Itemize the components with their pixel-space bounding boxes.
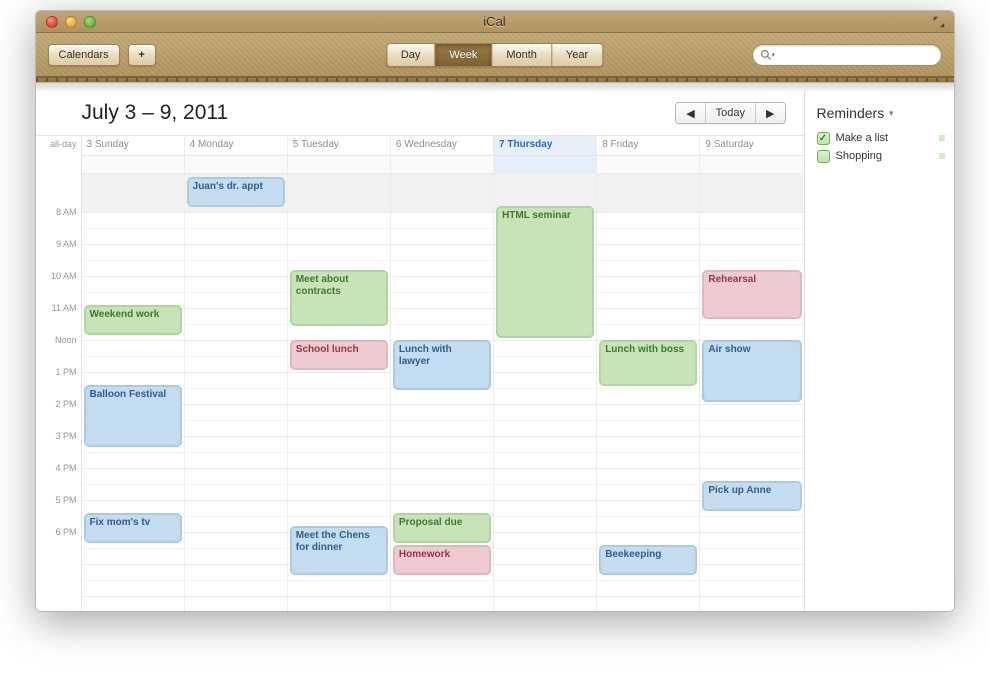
time-label: Noon bbox=[37, 335, 77, 345]
off-hours-shade bbox=[597, 174, 699, 212]
time-label: 11 AM bbox=[37, 303, 77, 313]
view-month[interactable]: Month bbox=[492, 44, 552, 66]
search-input[interactable] bbox=[752, 44, 942, 66]
chevron-down-icon: ▼ bbox=[887, 109, 895, 118]
allday-cell[interactable] bbox=[288, 156, 390, 174]
calendar-event[interactable]: HTML seminar bbox=[496, 206, 594, 338]
calendar-header: July 3 – 9, 2011 ◀ Today ▶ bbox=[36, 101, 804, 135]
calendar-grid: all-day 8 AM 9 AM 10 AM 11 AM Noon 1 PM 2 PM 3 … bbox=[36, 135, 804, 611]
paper-tear-decor bbox=[36, 83, 954, 91]
drag-grip-icon[interactable]: ≡ bbox=[938, 149, 943, 163]
calendar-nav: ◀ Today ▶ bbox=[675, 102, 785, 124]
calendar-event[interactable]: Meet the Chens for dinner bbox=[290, 526, 388, 575]
reminder-label: Make a list bbox=[836, 132, 889, 144]
calendar-event[interactable]: Fix mom's tv bbox=[84, 513, 182, 543]
off-hours-shade bbox=[700, 174, 803, 212]
today-button[interactable]: Today bbox=[706, 103, 756, 123]
time-label: 6 PM bbox=[37, 527, 77, 537]
day-header: 3 Sunday bbox=[82, 136, 184, 156]
calendar-event[interactable]: Juan's dr. appt bbox=[187, 177, 285, 207]
calendar-event[interactable]: Pick up Anne bbox=[702, 481, 801, 511]
day-header: 9 Saturday bbox=[700, 136, 803, 156]
view-week[interactable]: Week bbox=[435, 44, 492, 66]
view-year[interactable]: Year bbox=[552, 44, 602, 66]
time-label: 3 PM bbox=[37, 431, 77, 441]
view-day[interactable]: Day bbox=[387, 44, 436, 66]
day-column[interactable]: 3 Sunday Weekend work Balloon Festival Fix … bbox=[82, 136, 185, 611]
calendar-event[interactable]: Balloon Festival bbox=[84, 385, 182, 447]
time-label: 9 AM bbox=[37, 239, 77, 249]
app-window: iCal Calendars + Day Week Month Year ▾ bbox=[35, 10, 955, 612]
prev-button[interactable]: ◀ bbox=[676, 103, 705, 123]
off-hours-shade bbox=[82, 174, 184, 212]
calendar-event[interactable]: Lunch with lawyer bbox=[393, 340, 491, 389]
day-column[interactable]: 8 Friday Lunch with boss Beekeeping bbox=[597, 136, 700, 611]
day-column[interactable]: 7 Thursday HTML seminar bbox=[494, 136, 597, 611]
calendar-event[interactable]: Rehearsal bbox=[702, 270, 801, 319]
time-label: 1 PM bbox=[37, 367, 77, 377]
reminders-title-label: Reminders bbox=[817, 105, 885, 121]
view-segmented-control: Day Week Month Year bbox=[386, 43, 603, 67]
time-label: 10 AM bbox=[37, 271, 77, 281]
allday-cell[interactable] bbox=[700, 156, 803, 174]
traffic-lights bbox=[36, 16, 96, 28]
window-title: iCal bbox=[36, 14, 954, 29]
calendar-event[interactable]: Lunch with boss bbox=[599, 340, 697, 386]
calendar-event[interactable]: School lunch bbox=[290, 340, 388, 370]
date-range-label: July 3 – 9, 2011 bbox=[82, 101, 229, 125]
calendar-area: July 3 – 9, 2011 ◀ Today ▶ all-day 8 AM 9… bbox=[36, 91, 804, 611]
calendar-event[interactable]: Beekeeping bbox=[599, 545, 697, 575]
day-column[interactable]: 5 Tuesday Meet about contracts School lunc… bbox=[288, 136, 391, 611]
checkbox-icon[interactable] bbox=[817, 150, 830, 163]
reminders-panel: Reminders ▼ ✓ Make a list ≡ Shopping ≡ bbox=[804, 91, 954, 611]
allday-cell[interactable] bbox=[391, 156, 493, 174]
off-hours-shade bbox=[391, 174, 493, 212]
day-header: 4 Monday bbox=[185, 136, 287, 156]
checkbox-icon[interactable]: ✓ bbox=[817, 132, 830, 145]
off-hours-shade bbox=[288, 174, 390, 212]
add-button[interactable]: + bbox=[128, 44, 156, 66]
next-button[interactable]: ▶ bbox=[756, 103, 784, 123]
calendar-event[interactable]: Meet about contracts bbox=[290, 270, 388, 326]
reminders-list: ✓ Make a list ≡ Shopping ≡ bbox=[817, 129, 944, 165]
day-column[interactable]: 6 Wednesday Lunch with lawyer Proposal due… bbox=[391, 136, 494, 611]
day-column[interactable]: 9 Saturday Rehearsal Air show Pick up Anne bbox=[700, 136, 803, 611]
time-label: 2 PM bbox=[37, 399, 77, 409]
fullscreen-icon[interactable] bbox=[932, 15, 946, 29]
reminders-title[interactable]: Reminders ▼ bbox=[817, 105, 944, 121]
reminder-item[interactable]: ✓ Make a list ≡ bbox=[817, 129, 944, 147]
day-header: 7 Thursday bbox=[494, 136, 596, 156]
reminder-label: Shopping bbox=[836, 150, 883, 162]
time-label: 4 PM bbox=[37, 463, 77, 473]
time-label: 8 AM bbox=[37, 207, 77, 217]
time-column: all-day 8 AM 9 AM 10 AM 11 AM Noon 1 PM 2 PM 3 … bbox=[36, 136, 82, 611]
allday-cell[interactable] bbox=[82, 156, 184, 174]
calendar-event[interactable]: Air show bbox=[702, 340, 801, 402]
toolbar: Calendars + Day Week Month Year ▾ bbox=[36, 33, 954, 77]
calendar-event[interactable]: Proposal due bbox=[393, 513, 491, 543]
calendar-event[interactable]: Homework bbox=[393, 545, 491, 575]
content-area: July 3 – 9, 2011 ◀ Today ▶ all-day 8 AM 9… bbox=[36, 91, 954, 611]
search-dropdown-icon[interactable]: ▾ bbox=[772, 51, 776, 59]
title-bar: iCal bbox=[36, 11, 954, 33]
zoom-icon[interactable] bbox=[84, 16, 96, 28]
day-header: 5 Tuesday bbox=[288, 136, 390, 156]
close-icon[interactable] bbox=[46, 16, 58, 28]
day-column[interactable]: 4 Monday Juan's dr. appt bbox=[185, 136, 288, 611]
allday-cell[interactable] bbox=[597, 156, 699, 174]
search-icon bbox=[760, 49, 772, 61]
allday-cell[interactable] bbox=[185, 156, 287, 174]
search-wrap: ▾ bbox=[752, 44, 942, 66]
allday-label: all-day bbox=[37, 139, 77, 149]
drag-grip-icon[interactable]: ≡ bbox=[938, 131, 943, 145]
day-header: 6 Wednesday bbox=[391, 136, 493, 156]
time-label: 5 PM bbox=[37, 495, 77, 505]
days-container: 3 Sunday Weekend work Balloon Festival Fix … bbox=[82, 136, 804, 611]
day-header: 8 Friday bbox=[597, 136, 699, 156]
minimize-icon[interactable] bbox=[65, 16, 77, 28]
calendar-event[interactable]: Weekend work bbox=[84, 305, 182, 335]
calendars-button[interactable]: Calendars bbox=[48, 44, 120, 66]
reminder-item[interactable]: Shopping ≡ bbox=[817, 147, 944, 165]
allday-cell[interactable] bbox=[494, 156, 596, 174]
